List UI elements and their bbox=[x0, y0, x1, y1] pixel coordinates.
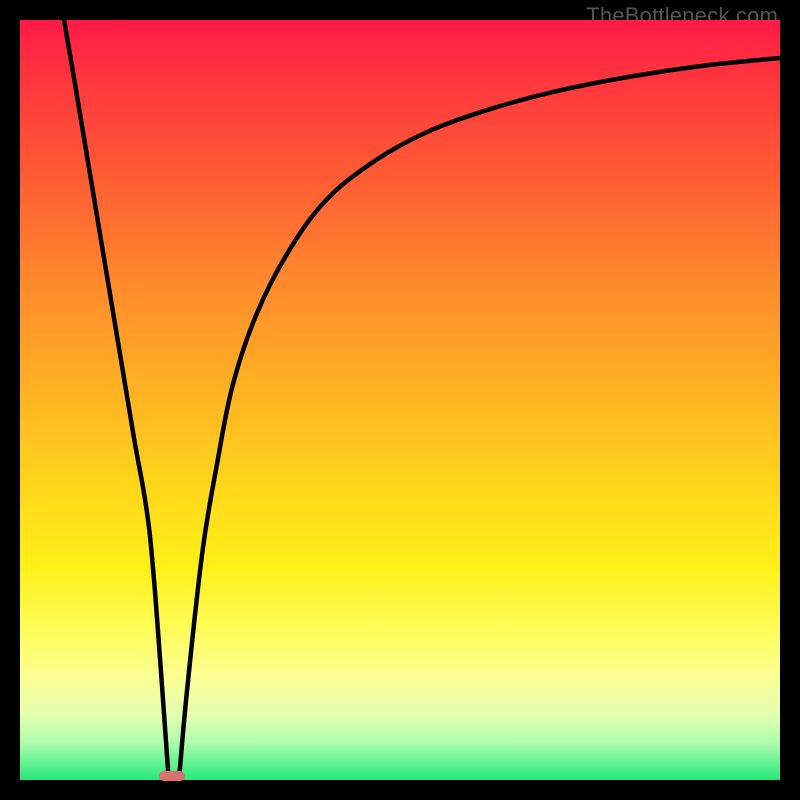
bottleneck-marker bbox=[159, 771, 186, 781]
curve-left-descent bbox=[64, 20, 168, 772]
chart-container: TheBottleneck.com bbox=[0, 0, 800, 800]
curve-layer bbox=[20, 20, 780, 780]
curve-right-ascent bbox=[180, 58, 780, 772]
plot-area bbox=[20, 20, 780, 780]
